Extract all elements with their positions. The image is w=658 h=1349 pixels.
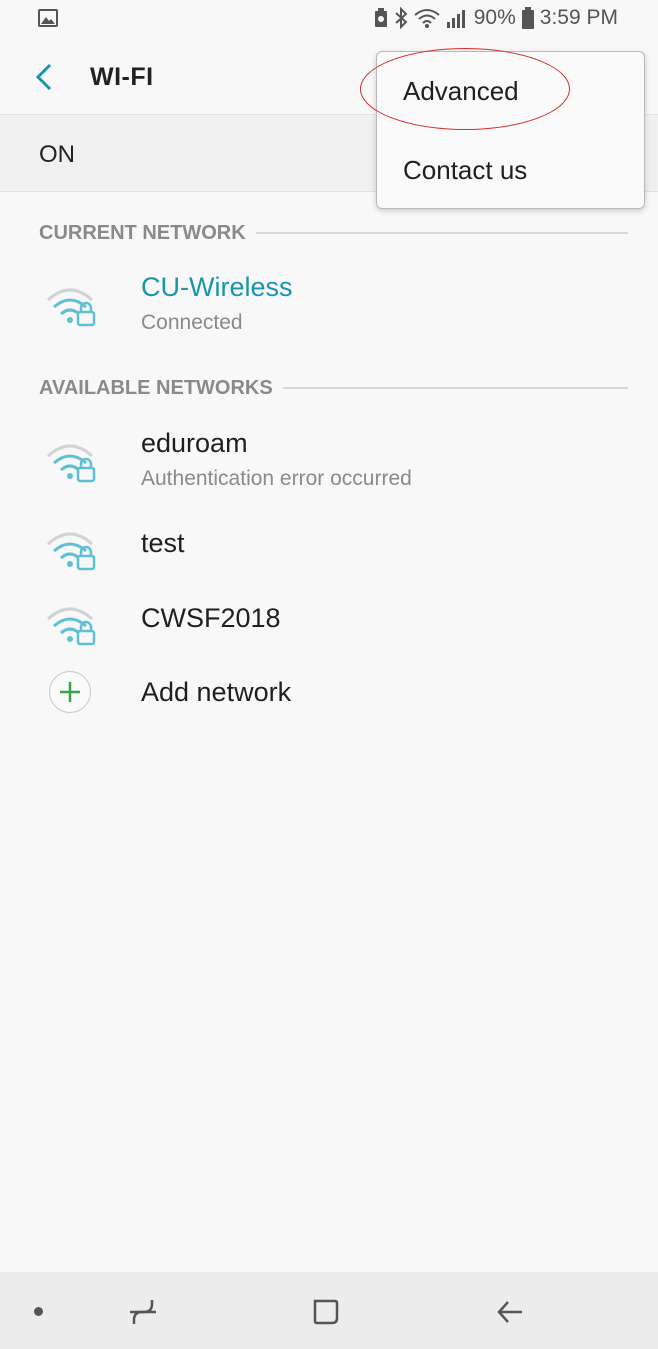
wifi-toggle-label: ON	[39, 141, 75, 168]
battery-icon	[521, 7, 534, 29]
network-item[interactable]: eduroam Authentication error occurred	[0, 424, 658, 494]
home-icon[interactable]	[312, 1298, 340, 1326]
clock: 3:59 PM	[539, 6, 618, 29]
page-title: WI-FI	[90, 63, 154, 91]
section-available-networks: AVAILABLE NETWORKS	[39, 373, 628, 403]
gallery-icon	[38, 9, 58, 32]
highlight-annotation	[360, 48, 570, 130]
network-item[interactable]: test	[0, 520, 658, 580]
network-name: test	[141, 528, 185, 558]
section-current-network: CURRENT NETWORK	[39, 218, 628, 248]
wifi-icon	[414, 8, 440, 28]
current-network-item[interactable]: CU-Wireless Connected	[0, 268, 658, 338]
network-name: CWSF2018	[141, 603, 281, 633]
navigation-bar	[0, 1272, 658, 1349]
chevron-left-icon	[35, 63, 52, 91]
bluetooth-icon	[394, 7, 408, 29]
divider	[282, 387, 628, 389]
recent-apps-icon[interactable]	[128, 1298, 158, 1326]
add-icon	[49, 671, 91, 713]
section-title: CURRENT NETWORK	[39, 221, 246, 244]
network-name: eduroam	[141, 428, 248, 458]
wifi-locked-icon	[46, 607, 96, 646]
add-network-button[interactable]: Add network	[0, 668, 658, 718]
status-icons: 90% 3:59 PM	[374, 6, 618, 30]
add-network-label: Add network	[141, 677, 292, 707]
battery-percent: 90%	[473, 6, 516, 29]
network-status: Connected	[141, 311, 243, 334]
back-button[interactable]	[30, 62, 60, 92]
battery-saver-icon	[374, 8, 388, 28]
network-name: CU-Wireless	[141, 272, 293, 302]
wifi-locked-icon	[46, 532, 96, 571]
menu-item-contact-us[interactable]: Contact us	[403, 155, 527, 186]
divider	[255, 232, 628, 234]
status-bar: 90% 3:59 PM	[0, 0, 658, 40]
nav-dot-icon[interactable]	[34, 1307, 43, 1316]
back-nav-icon[interactable]	[496, 1298, 524, 1326]
network-status: Authentication error occurred	[141, 467, 412, 490]
section-title: AVAILABLE NETWORKS	[39, 376, 273, 399]
network-item[interactable]: CWSF2018	[0, 595, 658, 655]
signal-icon	[446, 8, 468, 28]
wifi-locked-icon	[46, 288, 96, 327]
wifi-locked-icon	[46, 444, 96, 483]
